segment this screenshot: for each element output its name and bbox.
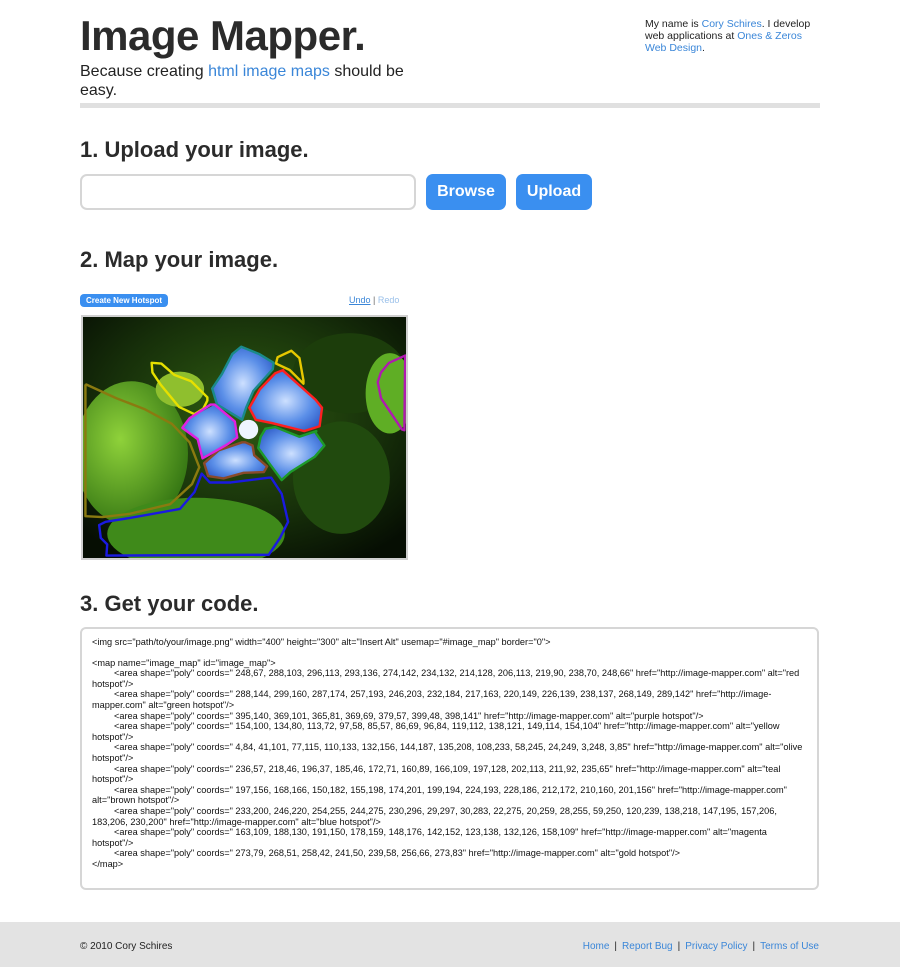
upload-heading: 1. Upload your image. (80, 137, 309, 162)
code-line: <area shape="poly" coords=" 197,156, 168… (92, 784, 787, 806)
flower-image (83, 317, 406, 558)
footer-separator: | (752, 941, 756, 952)
upload-button[interactable]: Upload (516, 174, 592, 210)
code-line: <area shape="poly" coords=" 248,67, 288,… (92, 668, 800, 689)
header-divider (80, 103, 820, 108)
code-line: <area shape="poly" coords=" 4,84, 41,101… (92, 742, 803, 763)
footer-separator: | (614, 941, 618, 952)
code-line: <area shape="poly" coords=" 288,144, 299… (92, 689, 772, 710)
tagline-text-start: Because creating (80, 63, 209, 80)
code-line: </map> (92, 858, 124, 869)
mapping-canvas[interactable] (81, 315, 408, 560)
code-line: <area shape="poly" coords=" 395,140, 369… (114, 710, 704, 721)
code-line: <map name="image_map" id="image_map"> (92, 657, 276, 668)
footer-link-report-bug[interactable]: Report Bug (622, 941, 673, 952)
map-heading: 2. Map your image. (80, 247, 279, 272)
flower-center (238, 419, 259, 440)
code-line: <area shape="poly" coords=" 236,57, 218,… (92, 763, 781, 785)
tagline-link[interactable]: html image maps (208, 63, 330, 80)
code-line: <area shape="poly" coords=" 154,100, 134… (92, 721, 780, 742)
footer-link-home[interactable]: Home (583, 941, 610, 952)
tagline: Because creating html image maps should … (80, 62, 420, 100)
file-path-input[interactable] (80, 174, 416, 210)
about-text-start: My name is (645, 18, 702, 30)
site-title: Image Mapper. (80, 12, 366, 59)
author-link[interactable]: Cory Schires (702, 18, 762, 30)
code-line: <img src="path/to/your/image.png" width=… (92, 637, 551, 647)
code-heading: 3. Get your code. (80, 591, 259, 616)
code-line: <area shape="poly" coords=" 233,200, 246… (92, 805, 777, 827)
browse-button[interactable]: Browse (426, 174, 506, 210)
undo-redo-controls: Undo | Redo (349, 295, 399, 305)
footer: © 2010 Cory Schires Home | Report Bug | Priv… (0, 922, 900, 967)
undo-redo-separator: | (373, 295, 376, 305)
footer-separator: | (677, 941, 681, 952)
about-text-end: . (702, 42, 705, 54)
footer-links: Home | Report Bug | Privacy Policy | Terms of … (583, 941, 819, 952)
about-blurb: My name is Cory Schires. I develop web a… (645, 18, 825, 54)
create-hotspot-button[interactable]: Create New Hotspot (80, 294, 169, 307)
redo-link[interactable]: Redo (378, 295, 400, 305)
code-line: <area shape="poly" coords=" 163,109, 188… (92, 827, 767, 848)
code-output-textarea[interactable]: <img src="path/to/your/image.png" width=… (80, 627, 819, 890)
footer-link-privacy-policy[interactable]: Privacy Policy (685, 941, 747, 952)
code-line: <area shape="poly" coords=" 273,79, 268,… (114, 848, 680, 859)
copyright: © 2010 Cory Schires (80, 941, 173, 952)
footer-link-terms-of-use[interactable]: Terms of Use (760, 941, 819, 952)
undo-link[interactable]: Undo (349, 295, 371, 305)
